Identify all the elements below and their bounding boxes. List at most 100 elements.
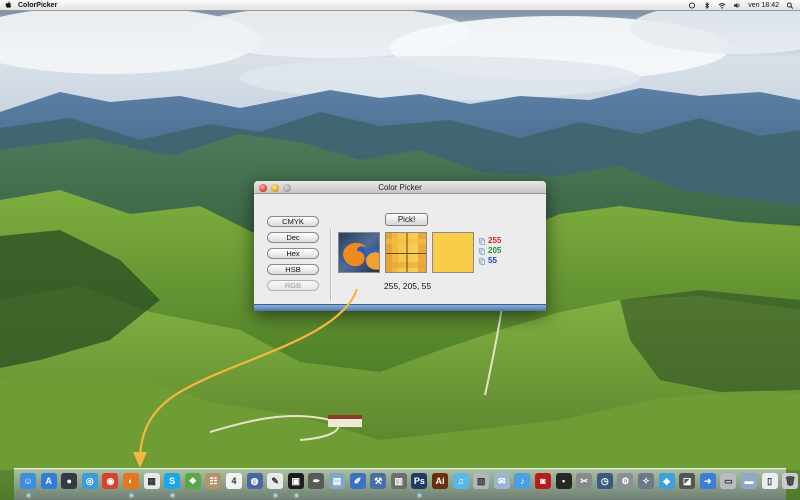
music-icon: ♪ — [514, 473, 531, 489]
dock-item[interactable]: ◷ — [596, 472, 614, 490]
dock-item[interactable]: ♫ — [452, 472, 470, 490]
dock-item[interactable]: ☷ — [204, 472, 222, 490]
dock-item[interactable]: ✐ — [349, 472, 367, 490]
pick-button[interactable]: Pick! — [385, 213, 428, 226]
dock-item[interactable]: ✎ — [266, 472, 284, 497]
share-icon: ❖ — [184, 473, 201, 489]
notes-icon: ✐ — [349, 473, 366, 489]
menu-clock[interactable]: ven 18:42 — [748, 0, 779, 11]
dashboard-icon: ● — [61, 473, 78, 489]
copy-icon[interactable] — [479, 258, 485, 265]
sync-icon[interactable] — [688, 2, 696, 9]
gallery-icon: ▥ — [390, 473, 407, 489]
firefox-logo-icon — [342, 242, 379, 270]
picked-color-swatch — [432, 232, 474, 273]
xcode-icon: ⚒ — [370, 473, 387, 489]
window-content: CMYK Dec Hex HSB RGB Pick! 255 205 55 25… — [254, 195, 546, 304]
pen-icon: ✒ — [308, 473, 325, 489]
format-hex-button[interactable]: Hex — [267, 248, 319, 259]
dock-item[interactable]: ✂ — [575, 472, 593, 490]
format-cmyk-button[interactable]: CMYK — [267, 216, 319, 227]
separator — [330, 229, 332, 301]
dock-item[interactable]: ☺ — [19, 472, 37, 497]
dock-item[interactable]: A — [40, 472, 58, 490]
copy-icon[interactable] — [479, 248, 485, 255]
downloads-folder-icon: ▬ — [741, 473, 757, 489]
dock-item[interactable]: ✉ — [493, 472, 511, 490]
volume-icon[interactable] — [733, 2, 741, 9]
dock-item[interactable]: 🗑 — [781, 472, 799, 490]
dock-item[interactable]: 4 — [225, 472, 243, 490]
dock: ☺ A ● ◎ ◉ ◐ ▦ S ❖ ☷ 4 ◍ ✎ ▣ ✒ ▤ ✐ ⚒ ▥ Ps Ai ♫ ▧ ✉ ♪ ◙ ▪ ✂ ◷ ⚙ ✧ ◆ ◪ ➜ ▭ ▬ ▯ 🗑 — [19, 470, 799, 497]
dock-item[interactable]: ◎ — [81, 472, 99, 490]
system-preferences-icon: ⚙ — [617, 473, 634, 489]
dock-item[interactable]: S — [163, 472, 181, 497]
menu-bar: ColorPicker ven 18:42 — [0, 0, 800, 11]
dock-item[interactable]: ▥ — [390, 472, 408, 490]
wifi-icon[interactable] — [718, 2, 726, 9]
apple-menu-icon[interactable] — [5, 0, 13, 11]
running-indicator — [27, 494, 30, 497]
dock-item[interactable]: Ai — [431, 472, 449, 490]
compass-icon: ✧ — [638, 473, 654, 489]
app-menu[interactable]: ColorPicker — [18, 0, 57, 11]
dock-item[interactable]: ▦ — [143, 472, 161, 490]
image-viewer-icon: ▤ — [329, 473, 345, 489]
dock-item[interactable]: Ps — [410, 472, 428, 497]
contacts-icon: ☷ — [205, 473, 222, 489]
globe-icon: ◍ — [246, 473, 263, 489]
photoshop-icon: Ps — [411, 473, 428, 489]
running-indicator — [294, 494, 298, 497]
dock-item[interactable]: ⚙ — [616, 472, 634, 490]
spotlight-search-icon[interactable] — [786, 2, 794, 9]
dock-item[interactable]: ▤ — [328, 472, 346, 490]
dock-item[interactable]: ◍ — [246, 472, 264, 490]
mail-icon: ✉ — [493, 473, 510, 489]
bird-icon: ◆ — [658, 473, 675, 489]
itunes-icon: ♫ — [452, 473, 469, 489]
dock-item[interactable]: ◆ — [658, 472, 676, 490]
chrome-icon: ◉ — [102, 473, 119, 489]
dock-item[interactable]: ◙ — [534, 472, 552, 490]
rgb-row-red: 255 — [479, 236, 519, 246]
format-dec-button[interactable]: Dec — [267, 232, 319, 243]
dock-item[interactable]: ▣ — [287, 472, 305, 497]
crop-icon: ◪ — [679, 473, 696, 489]
dock-item[interactable]: ⚒ — [369, 472, 387, 490]
finder-icon: ☺ — [20, 473, 36, 489]
rgb-row-blue: 55 — [479, 256, 519, 266]
rgb-row-green: 205 — [479, 246, 519, 256]
calendar-icon: 4 — [226, 473, 242, 489]
preview-icon: ▧ — [473, 473, 490, 489]
red-value: 255 — [488, 236, 502, 245]
dock-item[interactable]: ▭ — [719, 472, 737, 490]
trash-icon: 🗑 — [782, 473, 799, 489]
dock-item[interactable]: ✧ — [637, 472, 655, 490]
screen-capture-thumbnail — [338, 232, 380, 273]
illustrator-icon: Ai — [432, 473, 448, 489]
dock-item[interactable]: ▪ — [555, 472, 573, 490]
window-title: Color Picker — [378, 183, 422, 192]
copy-icon[interactable] — [479, 238, 485, 245]
dock-item[interactable]: ▧ — [472, 472, 490, 490]
dock-item[interactable]: ▯ — [761, 472, 779, 490]
dock-item[interactable]: ▬ — [740, 472, 758, 490]
dock-item[interactable]: ✒ — [307, 472, 325, 490]
dock-item[interactable]: ◪ — [678, 472, 696, 490]
ical-icon: ▦ — [143, 473, 160, 489]
green-value: 205 — [488, 246, 502, 255]
dock-item[interactable]: ◉ — [101, 472, 119, 490]
format-hsb-button[interactable]: HSB — [267, 264, 319, 275]
photobooth-icon: ◙ — [535, 473, 551, 489]
dock-item[interactable]: ◐ — [122, 472, 140, 497]
dock-item[interactable]: ● — [60, 472, 78, 490]
bluetooth-icon[interactable] — [703, 2, 711, 9]
app-store-icon: A — [40, 473, 57, 489]
skype-icon: S — [164, 473, 181, 489]
format-rgb-button[interactable]: RGB — [267, 280, 319, 291]
dock-item[interactable]: ❖ — [184, 472, 202, 490]
dock-item[interactable]: ➜ — [699, 472, 717, 490]
dock-item[interactable]: ♪ — [513, 472, 531, 490]
firefox-icon: ◐ — [123, 473, 139, 489]
window-titlebar[interactable]: Color Picker — [254, 181, 546, 194]
